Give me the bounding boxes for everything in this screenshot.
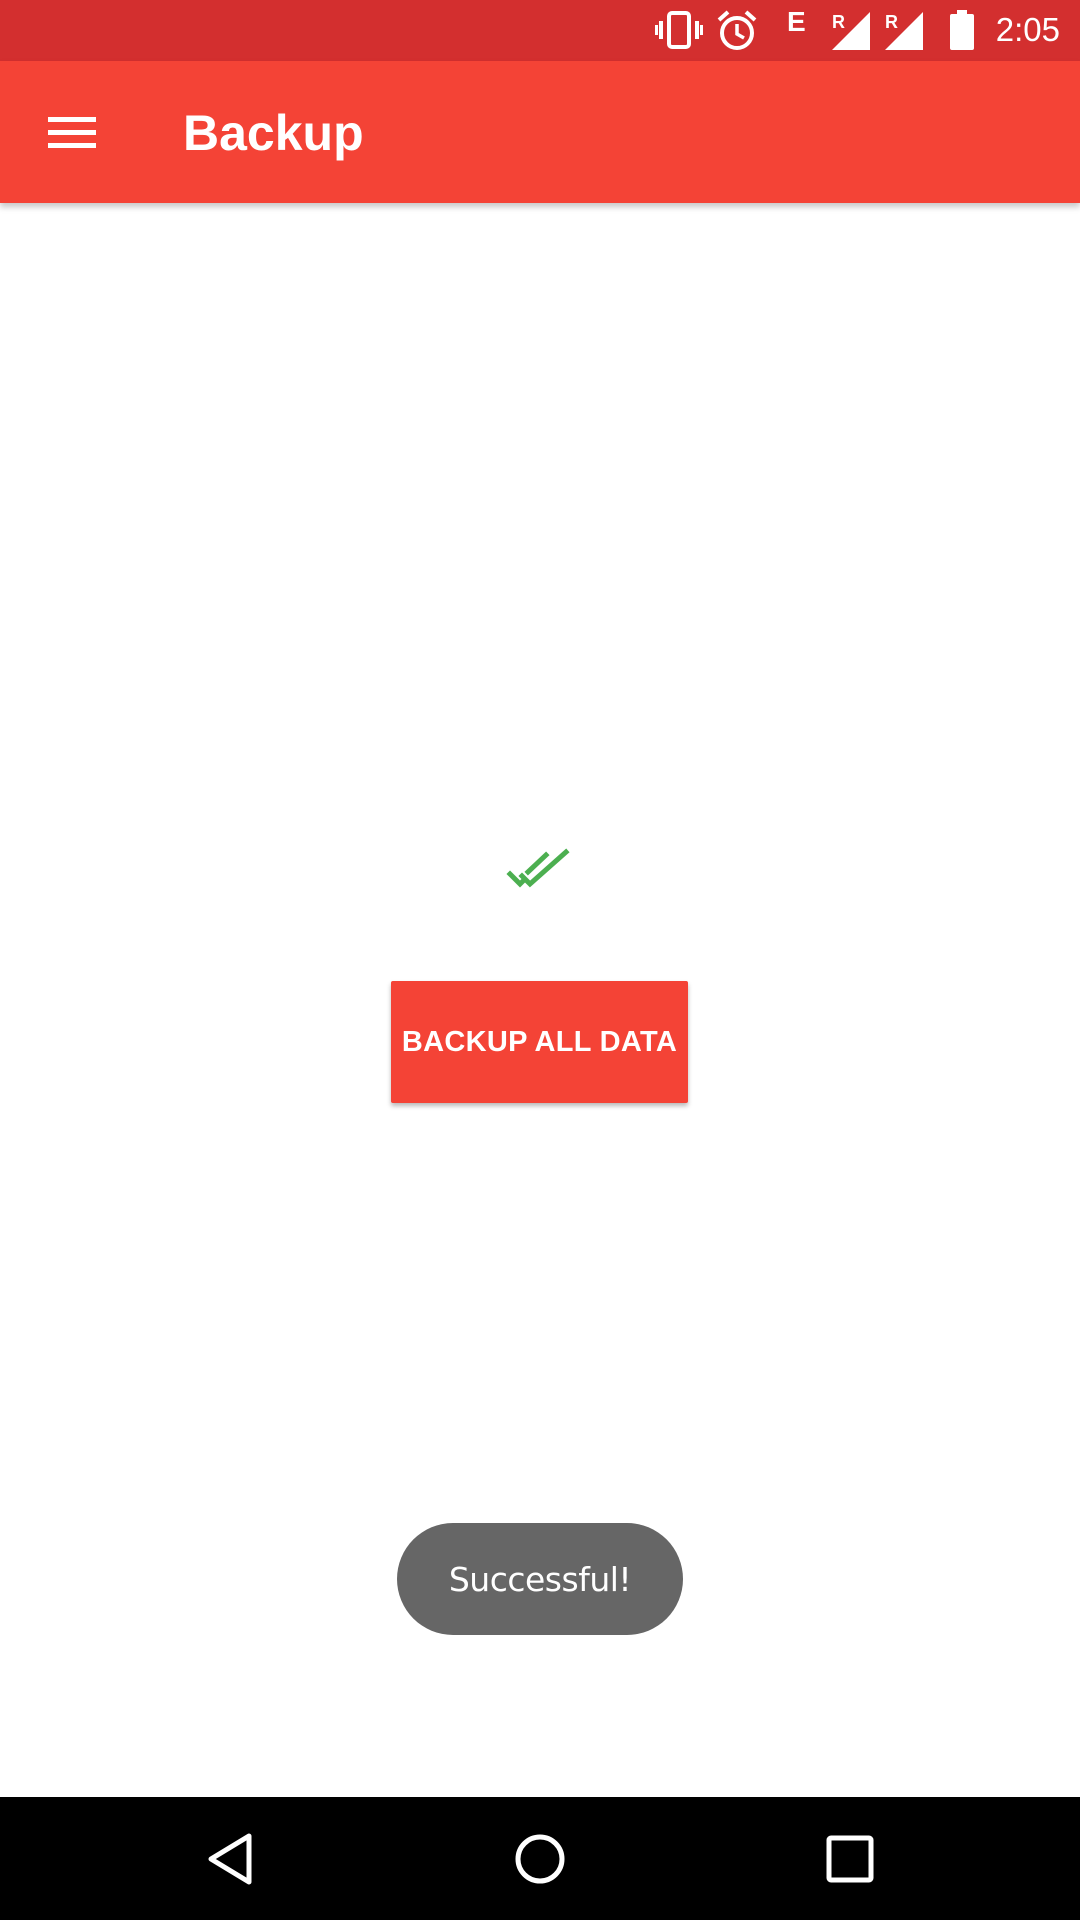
recents-button[interactable]: [814, 1823, 886, 1895]
recents-icon: [826, 1835, 874, 1883]
app-bar: Backup: [0, 61, 1080, 203]
home-button[interactable]: [504, 1823, 576, 1895]
battery-icon: [950, 10, 974, 50]
back-icon: [208, 1833, 252, 1885]
alarm-icon: [717, 10, 757, 50]
signal-icon: [885, 12, 923, 50]
status-bar: E R R 2:05: [0, 0, 1080, 61]
main-content: BACKUP ALL DATA Successful!: [0, 203, 1080, 1797]
network-type-label: E: [787, 6, 806, 37]
navigation-bar: [0, 1797, 1080, 1920]
page-title: Backup: [183, 105, 364, 161]
clock: 2:05: [995, 11, 1060, 48]
toast-message: Successful!: [397, 1523, 683, 1635]
signal-icon: [832, 12, 870, 50]
menu-button[interactable]: [26, 86, 118, 178]
double-check-icon: [506, 848, 570, 888]
backup-all-data-button[interactable]: BACKUP ALL DATA: [391, 981, 688, 1103]
screen: E R R 2:05 Backup BACKUP ALL DATA Succes…: [0, 0, 1080, 1920]
menu-icon: [48, 117, 96, 148]
toast-text: Successful!: [448, 1559, 632, 1599]
vibrate-icon: [655, 11, 703, 49]
back-button[interactable]: [195, 1823, 267, 1895]
home-icon: [515, 1834, 565, 1884]
